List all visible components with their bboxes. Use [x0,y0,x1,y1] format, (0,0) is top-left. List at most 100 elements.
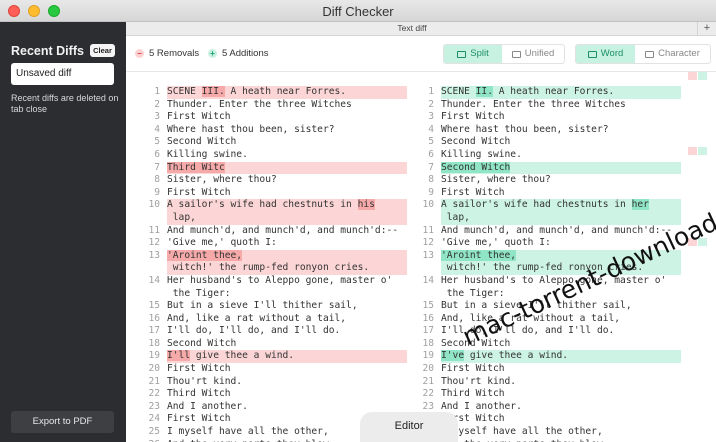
line-number: 15 [148,300,160,312]
line-number: 5 [428,136,434,148]
line-number: 14 [148,274,160,286]
diff-minimap[interactable] [688,72,716,442]
line-text[interactable]: Thunder. Enter the three Witches [441,99,681,112]
line-text[interactable]: Second Witch [441,136,681,149]
line-number: 1 [428,86,434,97]
line-text[interactable]: SCENE II. A heath near Forres. [441,86,681,99]
line-text[interactable]: Killing swine. [441,149,681,162]
line-text[interactable]: Where hast thou been, sister? [167,124,407,137]
line-text[interactable]: I've give thee a wind. [441,350,681,364]
word-label: Word [600,48,624,59]
line-text[interactable]: First Witch [441,187,681,200]
line-text[interactable]: 'Give me,' quoth I: [167,237,407,250]
line-text[interactable]: Second Witch [441,161,681,175]
line-text[interactable]: Third Witch [167,388,407,401]
minimap-removal-marker [688,147,697,155]
line-number: 19 [422,350,434,362]
character-diff-button[interactable]: Character [635,45,710,63]
export-pdf-button[interactable]: Export to PDF [11,411,114,433]
minimap-removal-marker [688,72,697,80]
line-number: 12 [148,237,160,249]
line-text[interactable]: SCENE III. A heath near Forres. [167,86,407,99]
line-number: 17 [148,325,160,337]
line-number: 13 [148,249,160,261]
line-text[interactable]: Where hast thou been, sister? [441,124,681,137]
line-number: 2 [154,98,160,110]
line-number: 17 [422,325,434,337]
removals-label: 5 Removals [149,48,200,59]
line-text[interactable]: Thunder. Enter the three Witches [167,99,407,112]
line-number: 11 [422,224,434,236]
character-icon [645,50,655,58]
tab-text-diff[interactable]: Text diff [126,23,698,33]
line-number: 25 [148,426,160,438]
line-text[interactable]: Third Witc [167,161,407,175]
line-text[interactable]: First Witch [167,111,407,124]
recent-diffs-heading: Recent Diffs [11,44,84,58]
line-number: 26 [133,439,160,442]
line-number: 6 [428,148,434,160]
clear-button[interactable]: Clear [90,44,115,57]
line-text[interactable]: First Witch [167,187,407,200]
line-number: 8 [428,174,434,186]
granularity-toggle: Word Character [575,44,711,64]
diff-toolbar: − 5 Removals + 5 Additions Split Unified… [126,36,716,72]
line-text[interactable]: Sister, where thou? [167,174,407,187]
changed-word: her [631,199,649,211]
line-number: 18 [148,337,160,349]
unified-label: Unified [524,48,555,59]
line-text[interactable]: First Witch [441,413,681,426]
line-number: 3 [154,111,160,123]
line-text[interactable]: Sister, where thou? [441,174,681,187]
line-text[interactable]: Thou'rt kind. [167,376,407,389]
changed-word: 'Aroint thee, [441,249,517,261]
line-text[interactable]: I'll do, I'll do, and I'll do. [167,325,407,338]
line-text[interactable]: I myself have all the other, [441,426,681,439]
line-text[interactable]: And munch'd, and munch'd, and munch'd:-- [167,225,407,238]
line-text[interactable]: And I another. [441,401,681,414]
line-text[interactable]: First Witch [167,363,407,376]
line-text[interactable]: And munch'd, and munch'd, and munch'd:-- [441,225,681,238]
minus-icon: − [135,49,144,58]
line-text[interactable]: Killing swine. [167,149,407,162]
line-text[interactable]: Third Witch [441,388,681,401]
unified-view-button[interactable]: Unified [502,45,564,63]
line-text[interactable]: And, like a rat without a tail, [167,313,407,326]
recent-diff-item[interactable]: Unsaved diff [11,63,114,85]
line-text[interactable]: 'Aroint thee, witch!' the rump-fed ronyo… [167,249,407,275]
view-mode-toggle: Split Unified [443,44,565,64]
line-number: 14 [422,274,434,286]
line-text[interactable]: And the very ports they blow, [441,439,681,442]
add-tab-button[interactable]: + [697,22,716,35]
line-text[interactable]: Second Witch [167,338,407,351]
line-text[interactable]: A sailor's wife had chestnuts in her lap… [441,199,681,225]
line-text[interactable]: Thou'rt kind. [441,376,681,389]
line-text[interactable]: Second Witch [167,136,407,149]
line-text[interactable]: First Witch [441,111,681,124]
minimap-addition-marker [698,147,707,155]
sidebar-note: Recent diffs are deleted on tab close [11,93,119,114]
line-text[interactable]: A sailor's wife had chestnuts in his lap… [167,199,407,225]
line-number: 22 [148,388,160,400]
window-title: Diff Checker [322,4,394,19]
line-text[interactable]: First Witch [441,363,681,376]
line-number: 9 [428,186,434,198]
line-number: 3 [428,111,434,123]
word-diff-button[interactable]: Word [576,45,635,63]
additions-count: + 5 Additions [208,48,268,59]
line-number: 7 [428,161,434,173]
line-text[interactable]: I'll give thee a wind. [167,350,407,364]
line-number: 2 [428,98,434,110]
line-number: 20 [148,363,160,375]
line-number: 22 [422,388,434,400]
tab-bar: Text diff + [126,22,716,36]
line-number: 21 [148,375,160,387]
line-text[interactable]: But in a sieve I'll thither sail, [167,300,407,313]
editor-tab[interactable]: Editor [360,412,458,442]
line-text[interactable]: Her husband's to Aleppo gone, master o' … [167,275,407,300]
line-number: 19 [148,350,160,362]
changed-word: Third Witc [167,161,225,173]
line-number: 20 [422,363,434,375]
split-view-button[interactable]: Split [444,45,502,63]
line-number: 12 [422,237,434,249]
